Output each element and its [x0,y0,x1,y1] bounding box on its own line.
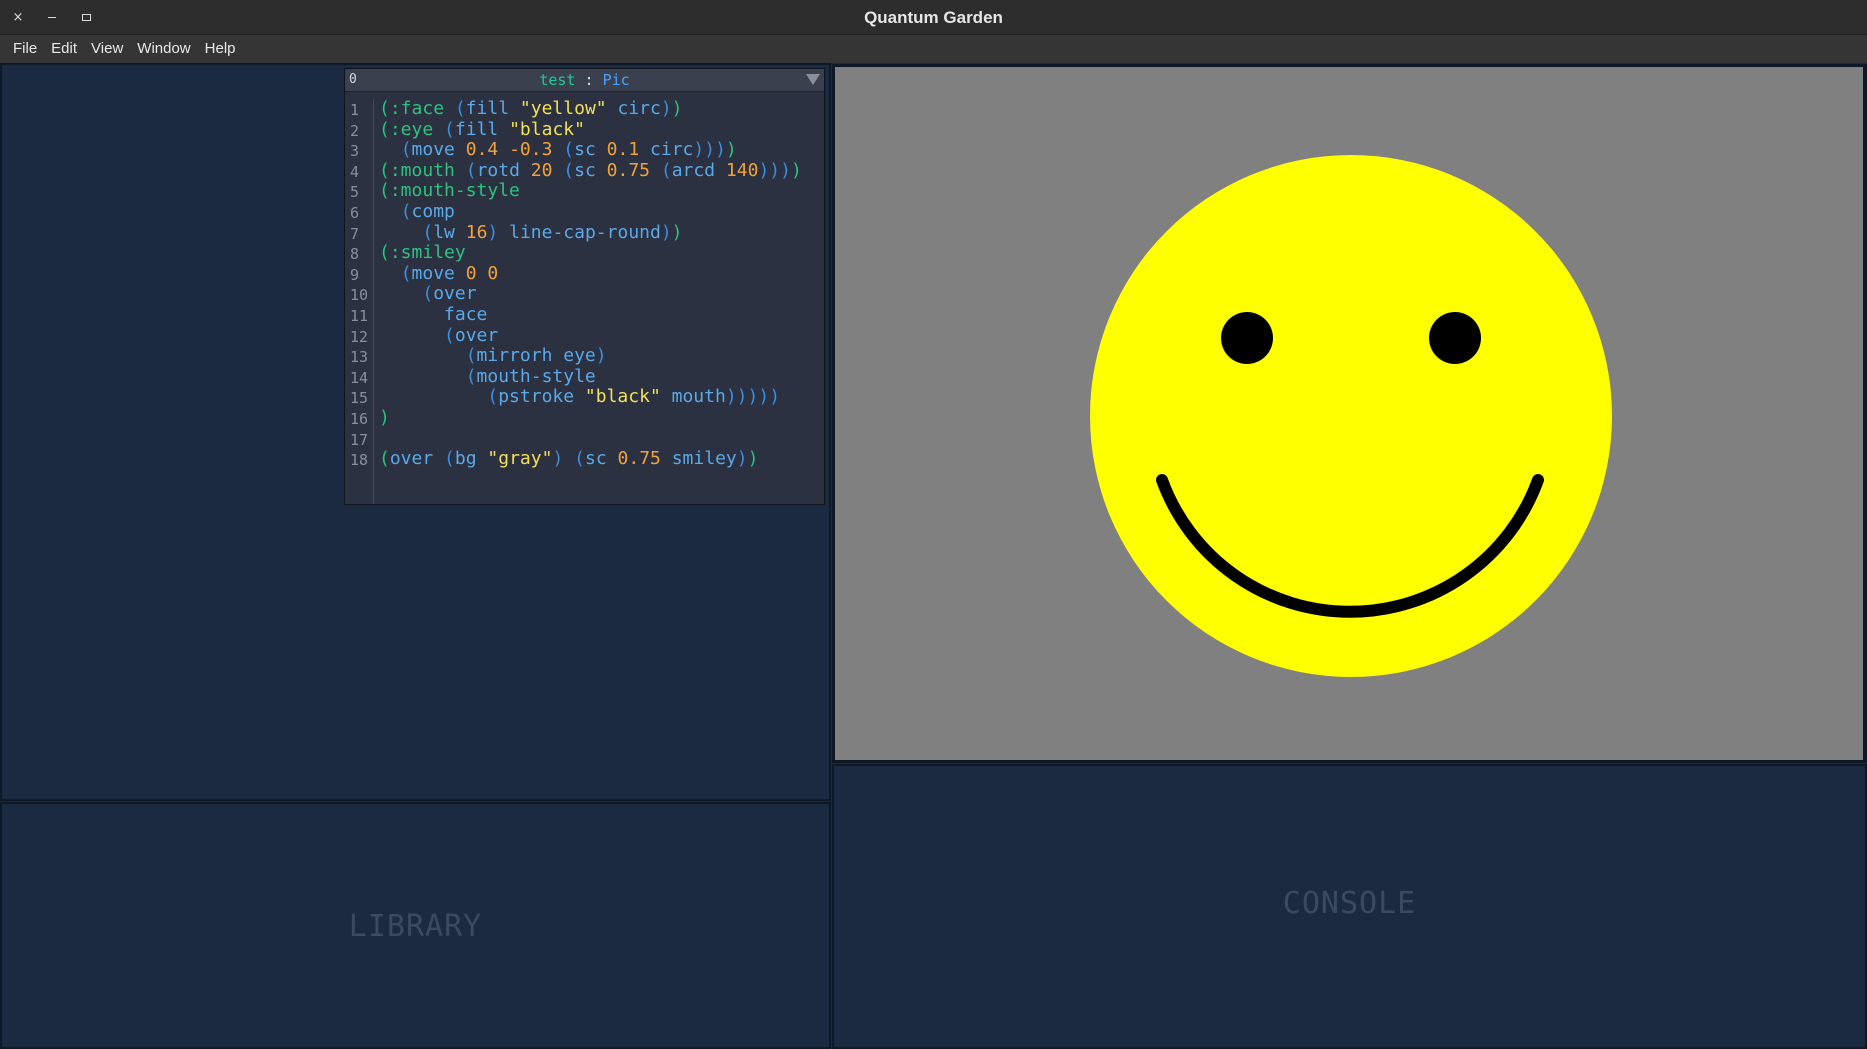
title-bar: × Quantum Garden [0,0,1867,35]
code-line: (:mouth-style [379,180,520,202]
doc-kind: Pic [602,71,630,89]
code-line: (mouth-style [465,365,596,387]
line-number: 18 [350,451,369,470]
line-number: 11 [350,307,369,325]
menu-window[interactable]: Window [130,35,197,63]
code-area[interactable]: (:face (fill "yellow" circ)) (:eye (fill … [379,98,824,470]
editor-doc-title: test : Pic [345,69,824,91]
line-number: 13 [350,348,369,367]
line-number: 16 [350,410,369,428]
line-number: 5 [350,183,360,202]
library-panel[interactable]: LIBRARY [0,802,831,1049]
code-line: ) [379,406,390,428]
line-number-gutter: 1 2 3 4 5 6 7 8 9 10 11 12 13 14 15 16 17 18 [345,99,374,504]
line-number: 15 [350,389,369,408]
menu-edit[interactable]: Edit [44,35,84,63]
line-number: 10 [350,286,369,305]
code-line: (:mouth (rotd 20 (sc 0.75 (arcd 140)))) [379,159,802,181]
left-eye [1221,312,1273,364]
doc-separator: : [584,71,594,89]
console-label: CONSOLE [1282,886,1417,921]
smiley-face [1090,155,1612,677]
line-number: 12 [350,327,369,346]
doc-name: test [539,71,576,89]
line-number: 8 [350,245,360,264]
code-line: (mirrorh eye) [465,345,607,367]
line-number: 4 [350,162,360,181]
menu-bar: File Edit View Window Help [0,35,1867,63]
console-panel[interactable]: CONSOLE [832,764,1867,1049]
code-line: (:eye (fill "black" [379,118,585,140]
menu-help[interactable]: Help [198,35,243,63]
window-title: Quantum Garden [864,8,1003,27]
code-line: (over (bg "gray") (sc 0.75 smiley)) [379,448,759,470]
code-line: (:face (fill "yellow" circ)) [379,98,683,119]
code-line: (over [422,283,477,305]
line-number: 2 [350,121,360,140]
right-eye [1429,312,1481,364]
picture-preview[interactable] [835,67,1863,760]
menu-file[interactable]: File [6,35,44,63]
line-number: 1 [350,101,360,119]
code-line: (pstroke "black" mouth))))) [487,386,781,408]
line-number: 9 [350,265,360,284]
line-number: 17 [350,430,369,449]
code-line: (:smiley [379,242,466,264]
code-line: face [444,303,488,325]
code-editor[interactable]: 0 test : Pic 1 2 3 4 5 6 7 8 9 10 11 12 13 14 15 16 17 18… [344,68,825,505]
code-line: (comp [400,200,455,222]
line-number: 7 [350,224,360,243]
line-number: 14 [350,368,369,387]
code-line: (over [444,324,499,346]
editor-header: 0 test : Pic [345,69,824,92]
code-line: (lw 16) line-cap-round)) [422,221,683,243]
menu-view[interactable]: View [84,35,130,63]
code-line: (move 0 0 [400,262,499,284]
dropdown-triangle-icon[interactable] [806,74,820,85]
library-label: LIBRARY [348,909,483,944]
preview-frame [832,64,1867,763]
line-number: 6 [350,204,360,222]
code-line: (move 0.4 -0.3 (sc 0.1 circ)))) [400,139,737,161]
line-number: 3 [350,142,360,161]
